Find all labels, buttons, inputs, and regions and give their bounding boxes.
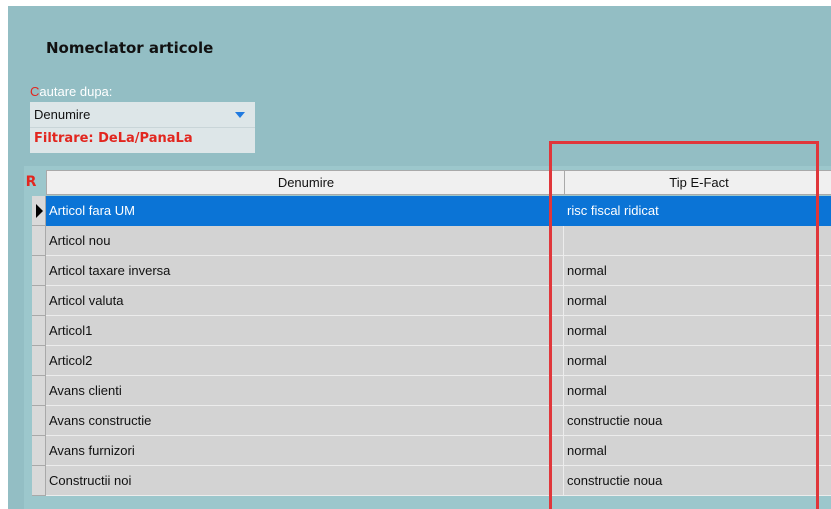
cell-denumire[interactable]: Articol nou: [46, 226, 564, 256]
grid-corner-label[interactable]: R: [24, 170, 38, 195]
highlight-annotation-box: [549, 141, 819, 509]
row-indicator[interactable]: [32, 316, 46, 346]
row-indicator[interactable]: [32, 286, 46, 316]
search-field-dropdown[interactable]: Denumire: [30, 102, 255, 128]
cell-denumire[interactable]: Articol taxare inversa: [46, 256, 564, 286]
filter-link[interactable]: Filtrare: DeLa/PanaLa: [30, 128, 255, 153]
row-indicator[interactable]: [32, 256, 46, 286]
row-indicator[interactable]: [32, 346, 46, 376]
cell-denumire[interactable]: Articol valuta: [46, 286, 564, 316]
cell-denumire[interactable]: Avans constructie: [46, 406, 564, 436]
search-label: Cautare dupa:: [30, 84, 112, 99]
chevron-down-icon[interactable]: [235, 112, 245, 118]
cell-denumire[interactable]: Articol1: [46, 316, 564, 346]
column-header-denumire[interactable]: Denumire: [46, 170, 566, 195]
cell-denumire[interactable]: Avans clienti: [46, 376, 564, 406]
row-indicator[interactable]: [32, 406, 46, 436]
row-indicator[interactable]: [32, 226, 46, 256]
row-indicator[interactable]: [32, 466, 46, 496]
cell-denumire[interactable]: Articol fara UM: [46, 196, 564, 226]
row-indicator[interactable]: [32, 196, 46, 226]
cell-denumire[interactable]: Articol2: [46, 346, 564, 376]
row-pointer-icon: [36, 204, 43, 218]
cell-denumire[interactable]: Constructii noi: [46, 466, 564, 496]
cell-denumire[interactable]: Avans furnizori: [46, 436, 564, 466]
search-label-text: autare dupa:: [39, 84, 113, 99]
row-indicator[interactable]: [32, 376, 46, 406]
search-field-value: Denumire: [34, 107, 91, 122]
page-title: Nomeclator articole: [46, 39, 214, 57]
search-label-accent: C: [30, 84, 40, 99]
row-indicator[interactable]: [32, 436, 46, 466]
